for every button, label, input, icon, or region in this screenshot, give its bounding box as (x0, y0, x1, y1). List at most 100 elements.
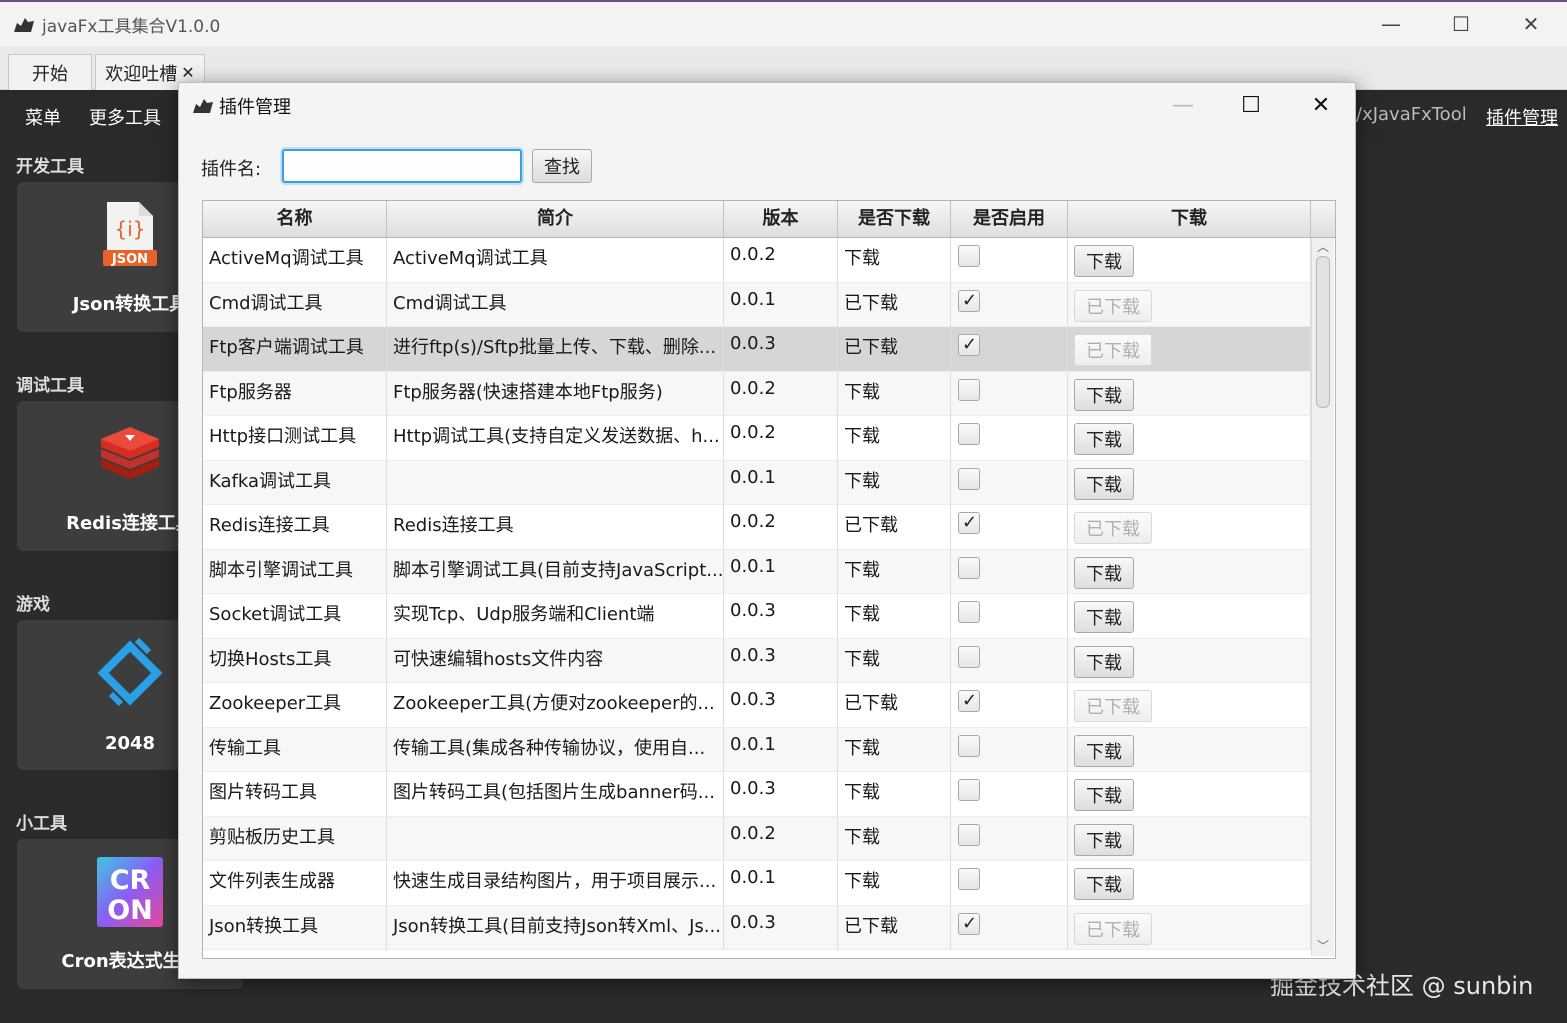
column-header-download[interactable]: 下载 (1068, 201, 1311, 237)
enabled-checkbox[interactable]: ✓ (958, 512, 980, 534)
download-button[interactable]: 下载 (1074, 423, 1134, 455)
table-row[interactable]: Redis连接工具 Redis连接工具 0.0.2 已下载 ✓ 已下载 (203, 505, 1311, 550)
close-button[interactable]: ✕ (1508, 8, 1554, 40)
menu-item-plugin-management[interactable]: 插件管理 (1486, 104, 1558, 130)
enabled-checkbox[interactable]: ✓ (958, 334, 980, 356)
minimize-button[interactable]: — (1368, 8, 1414, 40)
download-button[interactable]: 下载 (1074, 467, 1134, 500)
cell-enabled (951, 772, 1068, 816)
table-row[interactable]: Http接口测试工具 Http调试工具(支持自定义发送数据、h... 0.0.2 下载… (203, 416, 1311, 461)
tab-close-icon[interactable]: ✕ (181, 63, 194, 82)
cell-name: Ftp客户端调试工具 (203, 327, 387, 371)
download-button[interactable]: 下载 (1074, 601, 1134, 633)
column-header-enabled[interactable]: 是否启用 (951, 201, 1068, 237)
cell-version: 0.0.3 (724, 683, 838, 727)
menu-item-more-tools[interactable]: 更多工具 (89, 104, 161, 130)
download-button[interactable]: 下载 (1074, 378, 1134, 411)
cell-description (387, 460, 724, 505)
table-row[interactable]: 剪贴板历史工具 0.0.2 下载 下载 (203, 816, 1311, 861)
enabled-checkbox[interactable] (958, 779, 980, 801)
table-row[interactable]: 图片转码工具 图片转码工具(包括图片生成banner码... 0.0.3 下载 下载 (203, 772, 1311, 817)
enabled-checkbox[interactable] (958, 645, 980, 668)
plugin-search-input[interactable] (282, 149, 522, 183)
cell-download-status: 下载 (838, 460, 951, 505)
cell-enabled: ✓ (951, 282, 1068, 327)
table-row[interactable]: Ftp服务器 Ftp服务器(快速搭建本地Ftp服务) 0.0.2 下载 下载 (203, 371, 1311, 416)
vertical-scrollbar[interactable]: ︿ ﹀ (1311, 238, 1334, 956)
checkmark-icon: ✓ (962, 289, 978, 311)
dialog-minimize-button[interactable]: — (1163, 89, 1203, 121)
cell-enabled (951, 416, 1068, 460)
column-header-name[interactable]: 名称 (203, 201, 387, 237)
cell-download-status: 下载 (838, 727, 951, 772)
enabled-checkbox[interactable]: ✓ (958, 289, 980, 312)
table-row[interactable]: Cmd调试工具 Cmd调试工具 0.0.1 已下载 ✓ 已下载 (203, 282, 1311, 327)
table-row[interactable]: ActiveMq调试工具 ActiveMq调试工具 0.0.2 下载 下载 (203, 238, 1311, 283)
scrollbar-thumb[interactable] (1316, 256, 1330, 408)
downloaded-button[interactable]: 已下载 (1074, 289, 1152, 322)
cell-name: 切换Hosts工具 (203, 638, 387, 683)
downloaded-button[interactable]: 已下载 (1074, 512, 1152, 544)
enabled-checkbox[interactable]: ✓ (958, 690, 980, 712)
tab-label: 开始 (32, 63, 68, 85)
table-row[interactable]: Zookeeper工具 Zookeeper工具(方便对zookeeper的... 0… (203, 683, 1311, 728)
table-row[interactable]: Kafka调试工具 0.0.1 下载 下载 (203, 460, 1311, 505)
cell-download-status: 下载 (838, 371, 951, 416)
cell-download-action: 下载 (1068, 727, 1311, 772)
table-row[interactable]: Json转换工具 Json转换工具(目前支持Json转Xml、Js... 0.0.3… (203, 905, 1311, 950)
column-header-desc[interactable]: 简介 (387, 201, 724, 237)
search-button[interactable]: 查找 (532, 149, 592, 183)
enabled-checkbox[interactable] (958, 378, 980, 401)
cell-description: 快速生成目录结构图片，用于项目展示... (387, 861, 724, 905)
dialog-maximize-button[interactable]: ☐ (1231, 89, 1271, 121)
scroll-down-icon[interactable]: ﹀ (1317, 937, 1329, 954)
cell-download-status: 下载 (838, 594, 951, 638)
table-row[interactable]: 脚本引擎调试工具 脚本引擎调试工具(目前支持JavaScript... 0.0.1 下… (203, 549, 1311, 594)
cell-name: 传输工具 (203, 727, 387, 772)
downloaded-button[interactable]: 已下载 (1074, 912, 1152, 945)
table-row[interactable]: 文件列表生成器 快速生成目录结构图片，用于项目展示... 0.0.1 下载 下载 (203, 861, 1311, 906)
enabled-checkbox[interactable] (958, 734, 980, 757)
enabled-checkbox[interactable] (958, 601, 980, 623)
download-button[interactable]: 下载 (1074, 823, 1134, 856)
checkmark-icon: ✓ (962, 512, 978, 533)
table-row[interactable]: Ftp客户端调试工具 进行ftp(s)/Sftp批量上传、下载、删除... 0.0.… (203, 327, 1311, 372)
tab-start[interactable]: 开始 (8, 54, 92, 90)
download-button[interactable]: 下载 (1074, 779, 1134, 811)
download-button[interactable]: 下载 (1074, 245, 1134, 277)
column-header-version[interactable]: 版本 (724, 201, 838, 237)
table-row[interactable]: Socket调试工具 实现Tcp、Udp服务端和Client端 0.0.3 下载 下载 (203, 594, 1311, 639)
dialog-close-button[interactable]: ✕ (1301, 89, 1341, 121)
download-button[interactable]: 下载 (1074, 645, 1134, 678)
table-body: ActiveMq调试工具 ActiveMq调试工具 0.0.2 下载 下载 Cmd调试工具… (203, 238, 1311, 950)
cell-name: 图片转码工具 (203, 772, 387, 816)
enabled-checkbox[interactable] (958, 423, 980, 445)
cell-enabled (951, 816, 1068, 861)
download-button[interactable]: 下载 (1074, 868, 1134, 900)
table-row[interactable]: 切换Hosts工具 可快速编辑hosts文件内容 0.0.3 下载 下载 (203, 638, 1311, 683)
maximize-button[interactable]: ☐ (1438, 8, 1484, 40)
cell-download-action: 下载 (1068, 371, 1311, 416)
table-row[interactable]: 传输工具 传输工具(集成各种传输协议，使用自... 0.0.1 下载 下载 (203, 727, 1311, 772)
cell-version: 0.0.1 (724, 460, 838, 505)
enabled-checkbox[interactable]: ✓ (958, 912, 980, 935)
cell-version: 0.0.3 (724, 327, 838, 371)
cell-name: Redis连接工具 (203, 505, 387, 549)
enabled-checkbox[interactable] (958, 467, 980, 490)
download-button[interactable]: 下载 (1074, 734, 1134, 767)
menu-item-menu[interactable]: 菜单 (25, 104, 61, 130)
downloaded-button[interactable]: 已下载 (1074, 334, 1152, 366)
cell-enabled (951, 460, 1068, 505)
cell-description: 传输工具(集成各种传输协议，使用自... (387, 727, 724, 772)
enabled-checkbox[interactable] (958, 245, 980, 267)
scroll-up-icon[interactable]: ︿ (1317, 238, 1329, 255)
repo-link[interactable]: /xJavaFxTool (1356, 104, 1467, 125)
enabled-checkbox[interactable] (958, 823, 980, 846)
enabled-checkbox[interactable] (958, 868, 980, 890)
enabled-checkbox[interactable] (958, 556, 980, 579)
downloaded-button[interactable]: 已下载 (1074, 690, 1152, 722)
column-header-downloaded[interactable]: 是否下载 (838, 201, 951, 237)
cell-description: 脚本引擎调试工具(目前支持JavaScript... (387, 549, 724, 594)
section-title-debug: 调试工具 (16, 376, 84, 396)
download-button[interactable]: 下载 (1074, 556, 1134, 589)
